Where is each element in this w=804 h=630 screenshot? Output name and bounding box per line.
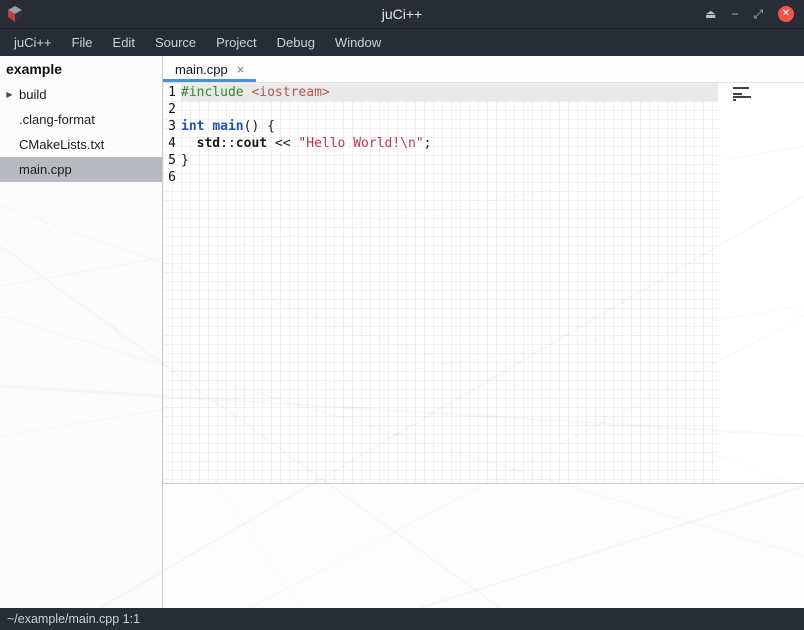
token-plain: }	[181, 153, 189, 168]
maximize-icon[interactable]: ⤢	[753, 8, 763, 20]
line-text: std::cout << "Hello World!\n";	[181, 135, 718, 152]
token-plain: () {	[244, 119, 275, 134]
tab-bar: main.cpp ×	[163, 56, 804, 83]
line-text: int main() {	[181, 118, 718, 135]
line-number: 6	[163, 169, 176, 186]
code-line-5[interactable]: 5}	[163, 152, 718, 169]
tree-item-label: main.cpp	[19, 162, 72, 177]
token-kw: int	[181, 119, 204, 134]
code-line-2[interactable]: 2	[163, 101, 718, 118]
status-bar: ~/example/main.cpp 1:1	[0, 608, 804, 630]
file-tree: ▶build .clang-format CMakeLists.txt main.cp…	[0, 82, 162, 182]
token-plain: ::	[220, 136, 236, 151]
token-plain: <<	[267, 136, 298, 151]
line-text: }	[181, 152, 718, 169]
tab-close-icon[interactable]: ×	[237, 62, 245, 77]
file-tree-panel: example ▶build .clang-format CMakeLists.tx…	[0, 56, 163, 608]
menu-project[interactable]: Project	[206, 29, 266, 57]
menu-source[interactable]: Source	[145, 29, 206, 57]
terminal-panel[interactable]	[163, 484, 804, 608]
token-plain	[181, 136, 197, 151]
app-window: juCi++ ⏏ − ⤢ ✕ juCi++FileEditSourceProje…	[0, 0, 804, 630]
line-number: 4	[163, 135, 176, 152]
close-icon[interactable]: ✕	[778, 6, 794, 22]
minimap[interactable]	[718, 83, 804, 483]
code-line-4[interactable]: 4 std::cout << "Hello World!\n";	[163, 135, 718, 152]
titlebar[interactable]: juCi++ ⏏ − ⤢ ✕	[0, 0, 804, 28]
token-ns: std	[197, 136, 220, 151]
minimize-icon[interactable]: −	[731, 8, 738, 20]
minimap-line-mark	[733, 93, 804, 95]
line-number: 3	[163, 118, 176, 135]
menu-edit[interactable]: Edit	[103, 29, 145, 57]
code-lines[interactable]: 1#include <iostream>23int main() {4 std:…	[163, 83, 718, 483]
main-panel: main.cpp × 1 #include <iostream> 23 int mai…	[163, 56, 804, 608]
line-text: #include <iostream>	[181, 84, 718, 101]
tree-item--clang-format[interactable]: .clang-format	[0, 107, 162, 132]
window-controls: ⏏ − ⤢ ✕	[705, 0, 794, 28]
tree-item-label: CMakeLists.txt	[19, 137, 104, 152]
code-editor: 1#include <iostream>23int main() {4 std:…	[163, 83, 804, 483]
code-line-6[interactable]: 6	[163, 169, 718, 186]
window-title: juCi++	[0, 6, 804, 22]
token-str: "Hello World!\n"	[298, 136, 423, 151]
line-number: 2	[163, 101, 176, 118]
token-incarg: <iostream>	[251, 85, 329, 100]
token-plain: ;	[424, 136, 432, 151]
tree-root-example[interactable]: example	[0, 58, 162, 82]
line-number: 1	[163, 84, 176, 101]
expander-arrow-icon[interactable]: ▶	[0, 90, 19, 99]
line-text	[181, 169, 718, 186]
shade-window-icon[interactable]: ⏏	[705, 8, 716, 20]
code-line-3[interactable]: 3 int main() {	[163, 118, 718, 135]
menu-file[interactable]: File	[62, 29, 103, 57]
minimap-line-mark	[733, 99, 804, 101]
tab-main-cpp[interactable]: main.cpp ×	[163, 56, 256, 82]
status-file-position: ~/example/main.cpp 1:1	[7, 612, 140, 626]
minimap-line-mark	[733, 96, 804, 98]
menubar: juCi++FileEditSourceProjectDebugWindow	[0, 28, 804, 56]
token-preproc: #include	[181, 85, 244, 100]
token-ns: cout	[236, 136, 267, 151]
minimap-line-mark	[733, 87, 804, 89]
menu-debug[interactable]: Debug	[267, 29, 325, 57]
line-text	[181, 101, 718, 118]
content-area: example ▶build .clang-format CMakeLists.tx…	[0, 56, 804, 608]
tree-item-cmakelists-txt[interactable]: CMakeLists.txt	[0, 132, 162, 157]
code-line-1[interactable]: 1 #include <iostream>	[163, 84, 718, 101]
minimap-blank	[733, 102, 804, 104]
tree-item-label: .clang-format	[19, 112, 95, 127]
active-tab-indicator	[163, 79, 256, 82]
minimap-blank	[733, 90, 804, 92]
tree-item-main-cpp[interactable]: main.cpp	[0, 157, 162, 182]
token-fn: main	[212, 119, 243, 134]
menu-juci[interactable]: juCi++	[4, 29, 62, 57]
tree-item-build[interactable]: ▶build	[0, 82, 162, 107]
tab-label: main.cpp	[175, 62, 228, 77]
tree-item-label: build	[19, 87, 46, 102]
app-logo-icon	[6, 5, 24, 23]
line-number: 5	[163, 152, 176, 169]
menu-window[interactable]: Window	[325, 29, 391, 57]
